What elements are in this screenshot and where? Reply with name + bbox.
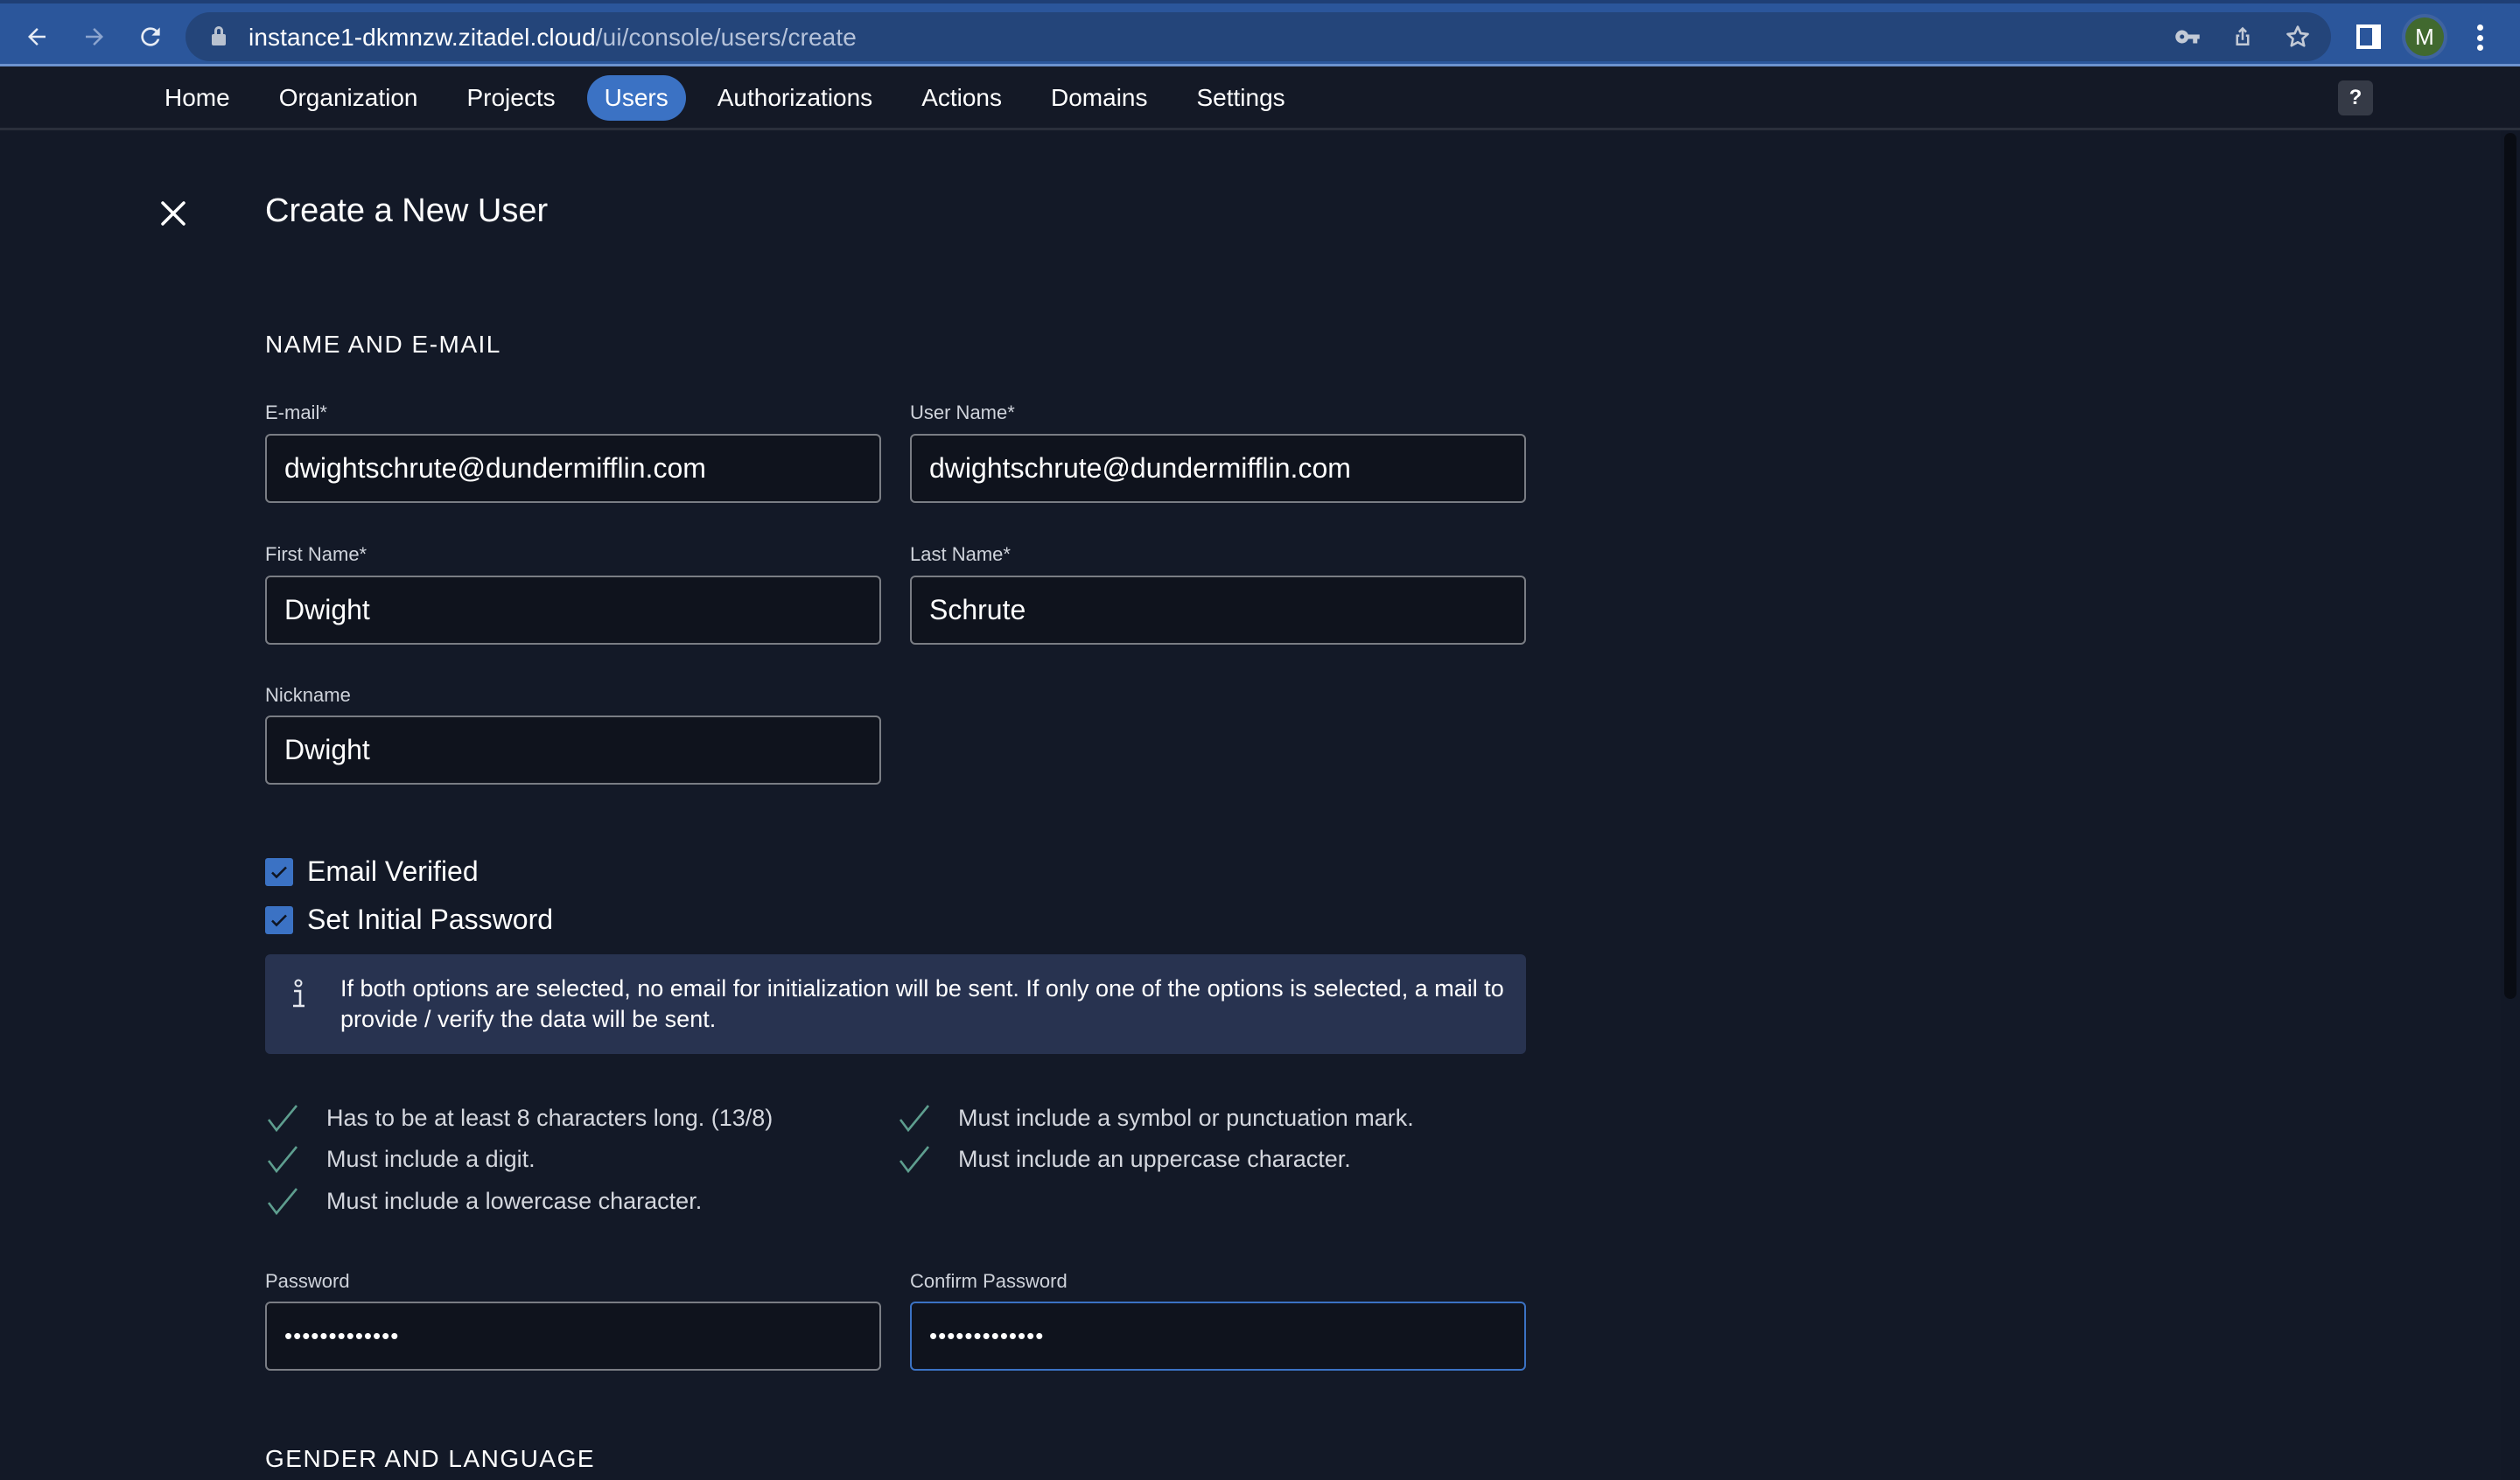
rule-check-icon [899,1146,930,1174]
email-verified-checkbox[interactable]: Email Verified [265,855,479,888]
nav-item-domains[interactable]: Domains [1033,75,1165,121]
reload-button[interactable] [133,19,168,54]
username-field[interactable] [910,434,1526,503]
back-arrow-icon [28,28,46,45]
forward-arrow-icon [86,28,103,45]
password-field[interactable] [265,1302,881,1371]
section-title-gender-language: GENDER AND LANGUAGE [265,1445,596,1472]
password-rule: Must include a symbol or punctuation mar… [897,1102,1414,1134]
last-name-label: Last Name* [910,543,1011,565]
share-icon [2236,26,2250,45]
bookmark-button[interactable] [2282,21,2314,52]
url-text[interactable]: instance1-dkmnzw.zitadel.cloud/ui/consol… [248,24,857,52]
nickname-label: Nickname [265,684,351,706]
close-button[interactable] [156,196,191,231]
set-initial-password-checkbox[interactable]: Set Initial Password [265,904,553,936]
url-host: instance1-dkmnzw.zitadel.cloud [248,24,596,51]
first-name-field[interactable] [265,576,881,645]
back-button[interactable] [19,19,54,54]
url-path: /ui/console/users/create [595,24,857,51]
reload-icon [141,27,160,46]
rule-text: Must include a symbol or punctuation mar… [958,1104,1414,1131]
email-field[interactable] [265,434,881,503]
info-icon [293,979,304,1008]
password-key-button[interactable] [2172,21,2203,52]
password-label: Password [265,1270,350,1292]
password-rule: Must include an uppercase character. [897,1143,1351,1175]
password-rule: Has to be at least 8 characters long. (1… [265,1102,773,1134]
side-panel-icon [2356,24,2381,49]
email-verified-label: Email Verified [307,855,479,887]
nav-item-authorizations[interactable]: Authorizations [700,75,890,121]
rule-text: Must include a lowercase character. [326,1187,703,1214]
rule-check-icon [267,1188,298,1216]
help-button[interactable]: ? [2338,80,2373,115]
email-label: E-mail* [265,401,327,423]
info-callout: If both options are selected, no email f… [265,954,1526,1054]
more-vert-icon[interactable] [2474,24,2485,51]
page-title: Create a New User [265,192,549,229]
confirm-password-label: Confirm Password [910,1270,1068,1292]
last-name-field[interactable] [910,576,1526,645]
rule-text: Has to be at least 8 characters long. (1… [326,1104,774,1131]
info-text: If both options are selected, no email f… [340,975,1504,1032]
nav-item-home[interactable]: Home [147,75,248,121]
star-icon [2286,25,2309,47]
profile-button[interactable]: M [2402,14,2447,59]
nickname-field[interactable] [265,716,881,785]
check-icon [271,866,287,878]
nav-item-settings[interactable]: Settings [1180,75,1303,121]
password-rule: Must include a lowercase character. [265,1185,702,1217]
checkbox-checked[interactable] [265,905,293,934]
confirm-password-field[interactable] [910,1302,1526,1371]
browser-toolbar: instance1-dkmnzw.zitadel.cloud/ui/consol… [0,0,2520,66]
nav-item-organization[interactable]: Organization [262,75,436,121]
lock-icon [212,26,226,45]
close-icon [161,201,186,226]
nav-item-actions[interactable]: Actions [904,75,1019,121]
rule-text: Must include an uppercase character. [958,1145,1351,1172]
rule-check-icon [267,1146,298,1174]
set-initial-password-label: Set Initial Password [307,904,554,935]
first-name-label: First Name* [265,543,368,565]
forward-button[interactable] [77,19,112,54]
check-icon [271,914,287,926]
checkbox-checked[interactable] [265,857,293,886]
key-icon [2175,30,2200,44]
section-title-name-email: NAME AND E-MAIL [265,331,501,358]
main-navigation: Home Organization Projects Users Authori… [0,66,2520,130]
password-rule: Must include a digit. [265,1143,536,1175]
rule-check-icon [899,1105,930,1133]
nav-item-users[interactable]: Users [586,75,686,121]
rule-text: Must include a digit. [326,1145,536,1172]
rule-check-icon [267,1105,298,1133]
side-panel-button[interactable] [2356,19,2382,54]
profile-avatar: M [2405,17,2444,56]
address-bar[interactable]: instance1-dkmnzw.zitadel.cloud/ui/consol… [186,12,2331,61]
share-button[interactable] [2227,21,2258,52]
scrollbar-thumb[interactable] [2504,133,2516,999]
nav-item-projects[interactable]: Projects [449,75,572,121]
username-label: User Name* [910,401,1015,423]
